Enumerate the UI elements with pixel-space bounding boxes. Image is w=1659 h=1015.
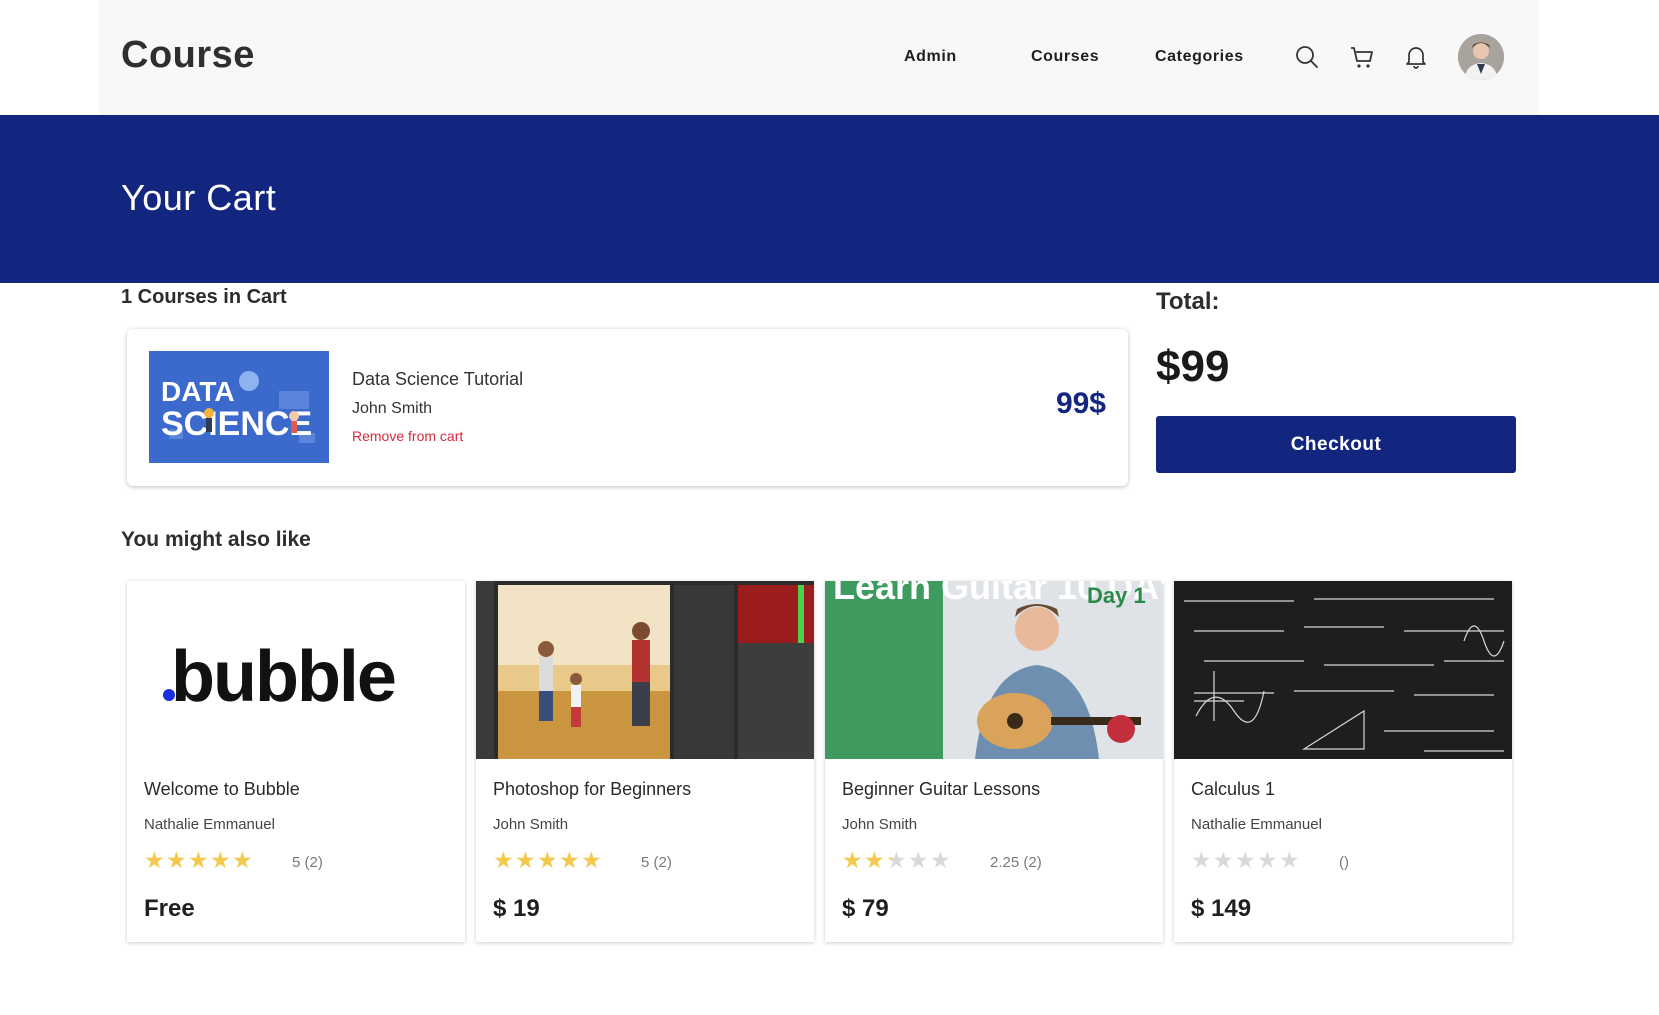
course-thumbnail <box>476 581 814 759</box>
nav-courses[interactable]: Courses <box>1031 48 1099 66</box>
bubble-wordmark: bubble <box>171 637 395 717</box>
star-icon: ★ <box>210 847 231 873</box>
total-label: Total: <box>1156 288 1220 315</box>
star-icon: ★ <box>515 847 536 873</box>
recommendations-heading: You might also like <box>121 528 311 551</box>
rating-count: 2.25 (2) <box>990 854 1042 871</box>
course-price: $ 79 <box>842 895 889 922</box>
star-icon: ★ <box>493 847 514 873</box>
nav-admin[interactable]: Admin <box>904 48 957 66</box>
cart-item-title[interactable]: Data Science Tutorial <box>352 369 523 390</box>
cart-page: Course Admin Courses Categories Your Car… <box>0 0 1659 1015</box>
user-avatar[interactable] <box>1458 34 1504 80</box>
total-value: $99 <box>1156 342 1230 391</box>
course-thumbnail: bubble <box>127 581 465 759</box>
star-icon: ★ <box>559 847 580 873</box>
course-price: Free <box>144 895 195 922</box>
nav-categories[interactable]: Categories <box>1155 48 1244 66</box>
course-author: John Smith <box>842 816 918 833</box>
course-title: Welcome to Bubble <box>144 779 300 799</box>
course-thumbnail: Learn Guitar 10 DAYS Day 1 <box>825 581 1163 759</box>
star-icon: ★ <box>908 847 929 873</box>
course-card[interactable]: bubble Welcome to Bubble Nathalie Emmanu… <box>127 581 465 942</box>
course-card[interactable]: Photoshop for Beginners John Smith ★ ★ ★ ★ ★… <box>476 581 814 942</box>
star-icon: ★ <box>537 847 558 873</box>
course-title: Photoshop for Beginners <box>493 779 692 799</box>
svg-text:SCIENCE: SCIENCE <box>161 405 312 443</box>
course-price: $ 149 <box>1191 895 1252 922</box>
course-author: Nathalie Emmanuel <box>144 816 275 833</box>
top-navbar: Course Admin Courses Categories <box>99 0 1539 115</box>
star-icon: ★ <box>581 847 602 873</box>
star-icon: ★ <box>886 847 907 873</box>
page-banner: Your Cart <box>0 115 1659 283</box>
chalkboard-math-image <box>1174 581 1512 759</box>
guitar-lessons-image: Learn Guitar 10 DAYS Day 1 <box>825 581 1163 759</box>
course-title: Calculus 1 <box>1191 779 1276 799</box>
star-rating: ★ ★ ★ ★ ★ <box>493 847 603 873</box>
star-icon: ★ <box>232 847 253 873</box>
site-logo[interactable]: Course <box>121 34 255 77</box>
rating-count: 5 (2) <box>292 854 323 871</box>
avatar-image <box>1458 34 1504 80</box>
svg-text:DATA: DATA <box>161 376 235 407</box>
course-title: Beginner Guitar Lessons <box>842 779 1041 799</box>
cart-icon[interactable] <box>1349 44 1375 70</box>
star-icon: ★ <box>1235 847 1256 873</box>
data-science-image: DATA SCIENCE <box>149 351 329 463</box>
search-icon[interactable] <box>1294 44 1320 70</box>
guitar-thumb-badge: Day 1 <box>1087 583 1146 608</box>
star-icon: ★ <box>1191 847 1212 873</box>
rating-count: 5 (2) <box>641 854 672 871</box>
course-card[interactable]: Learn Guitar 10 DAYS Day 1 Beginner Guit… <box>825 581 1163 942</box>
star-rating: ★ ★ ★ ★ ★ <box>144 847 254 873</box>
rating-count: () <box>1339 854 1349 871</box>
star-icon: ★ <box>930 847 951 873</box>
cart-item-thumbnail[interactable]: DATA SCIENCE <box>149 351 329 463</box>
course-author: John Smith <box>493 816 569 833</box>
course-price: $ 19 <box>493 895 540 922</box>
course-card[interactable]: Calculus 1 Nathalie Emmanuel ★ ★ ★ ★ ★ () $ … <box>1174 581 1512 942</box>
page-title: Your Cart <box>121 177 277 218</box>
star-icon: ★ <box>1213 847 1234 873</box>
star-icon: ★ <box>1279 847 1300 873</box>
star-icon: ★ <box>842 847 863 873</box>
star-icon: ★ <box>1257 847 1278 873</box>
bell-icon[interactable] <box>1403 44 1429 70</box>
star-icon: ★ <box>166 847 187 873</box>
cart-item-author: John Smith <box>352 400 433 417</box>
cart-count-label: 1 Courses in Cart <box>121 286 287 308</box>
star-icon: ★ <box>188 847 209 873</box>
star-rating: ★ ★ ★ ★ ★ <box>842 847 952 873</box>
photoshop-screenshot-image <box>476 581 814 759</box>
star-icon: ★ <box>144 847 165 873</box>
star-icon: ★ <box>864 847 885 873</box>
bubble-logo-image: bubble <box>127 581 465 759</box>
remove-from-cart-link[interactable]: Remove from cart <box>352 428 463 444</box>
cart-item-price: 99$ <box>1055 387 1106 420</box>
star-rating: ★ ★ ★ ★ ★ <box>1191 847 1301 873</box>
cart-item: DATA SCIENCE Data Science Tutorial John … <box>127 329 1128 486</box>
course-thumbnail <box>1174 581 1512 759</box>
checkout-button[interactable]: Checkout <box>1156 416 1516 473</box>
course-author: Nathalie Emmanuel <box>1191 816 1322 833</box>
